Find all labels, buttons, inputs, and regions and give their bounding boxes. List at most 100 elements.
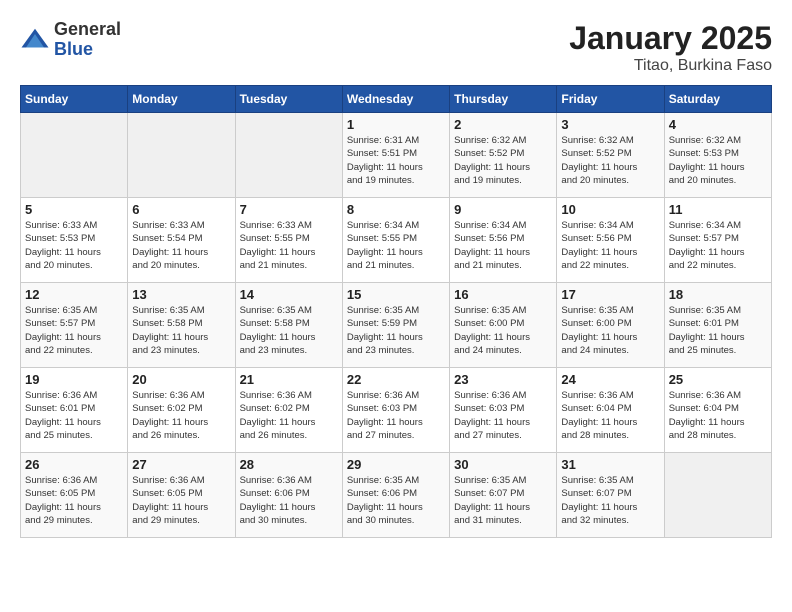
day-info: Sunrise: 6:35 AMSunset: 6:07 PMDaylight:…: [454, 474, 552, 527]
logo-blue-text: Blue: [54, 40, 121, 60]
day-number: 11: [669, 202, 767, 217]
calendar-week-row: 12 Sunrise: 6:35 AMSunset: 5:57 PMDayligh…: [21, 283, 772, 368]
calendar-cell: [128, 113, 235, 198]
day-info: Sunrise: 6:35 AMSunset: 6:00 PMDaylight:…: [454, 304, 552, 357]
calendar-week-row: 19 Sunrise: 6:36 AMSunset: 6:01 PMDayligh…: [21, 368, 772, 453]
calendar-cell: 24Sunrise: 6:36 AMSunset: 6:04 PMDayligh…: [557, 368, 664, 453]
calendar-cell: 23 Sunrise: 6:36 AMSunset: 6:03 PMDayligh…: [450, 368, 557, 453]
day-number: 3: [561, 117, 659, 132]
day-number: 22: [347, 372, 445, 387]
day-number: 17: [561, 287, 659, 302]
day-number: 21: [240, 372, 338, 387]
day-number: 19: [25, 372, 123, 387]
calendar-cell: 11 Sunrise: 6:34 AMSunset: 5:57 PMDayligh…: [664, 198, 771, 283]
day-info: Sunrise: 6:35 AMSunset: 5:58 PMDaylight:…: [240, 304, 338, 357]
weekday-header-saturday: Saturday: [664, 86, 771, 113]
day-info: Sunrise: 6:36 AMSunset: 6:04 PMDaylight:…: [561, 389, 659, 442]
month-title: January 2025: [569, 20, 772, 57]
day-number: 30: [454, 457, 552, 472]
day-info: Sunrise: 6:36 AMSunset: 6:04 PMDaylight:…: [669, 389, 767, 442]
weekday-header-friday: Friday: [557, 86, 664, 113]
logo: General Blue: [20, 20, 121, 60]
day-number: 28: [240, 457, 338, 472]
day-info: Sunrise: 6:32 AMSunset: 5:53 PMDaylight:…: [669, 134, 767, 187]
day-number: 6: [132, 202, 230, 217]
day-info: Sunrise: 6:35 AMSunset: 6:01 PMDaylight:…: [669, 304, 767, 357]
calendar-cell: [235, 113, 342, 198]
day-info: Sunrise: 6:35 AMSunset: 6:07 PMDaylight:…: [561, 474, 659, 527]
day-info: Sunrise: 6:34 AMSunset: 5:57 PMDaylight:…: [669, 219, 767, 272]
day-info: Sunrise: 6:35 AMSunset: 6:06 PMDaylight:…: [347, 474, 445, 527]
calendar-cell: 31 Sunrise: 6:35 AMSunset: 6:07 PMDayligh…: [557, 453, 664, 538]
day-info: Sunrise: 6:35 AMSunset: 5:59 PMDaylight:…: [347, 304, 445, 357]
calendar-cell: 30 Sunrise: 6:35 AMSunset: 6:07 PMDayligh…: [450, 453, 557, 538]
calendar-cell: 6Sunrise: 6:33 AMSunset: 5:54 PMDaylight…: [128, 198, 235, 283]
day-number: 29: [347, 457, 445, 472]
weekday-header-monday: Monday: [128, 86, 235, 113]
day-info: Sunrise: 6:35 AMSunset: 5:57 PMDaylight:…: [25, 304, 123, 357]
calendar-cell: [664, 453, 771, 538]
day-info: Sunrise: 6:36 AMSunset: 6:02 PMDaylight:…: [240, 389, 338, 442]
day-number: 9: [454, 202, 552, 217]
calendar-cell: 12 Sunrise: 6:35 AMSunset: 5:57 PMDayligh…: [21, 283, 128, 368]
day-info: Sunrise: 6:32 AMSunset: 5:52 PMDaylight:…: [454, 134, 552, 187]
day-number: 4: [669, 117, 767, 132]
calendar-cell: [21, 113, 128, 198]
day-number: 2: [454, 117, 552, 132]
calendar-cell: 22 Sunrise: 6:36 AMSunset: 6:03 PMDayligh…: [342, 368, 449, 453]
logo-text: General Blue: [54, 20, 121, 60]
day-info: Sunrise: 6:34 AMSunset: 5:56 PMDaylight:…: [561, 219, 659, 272]
calendar-cell: 15 Sunrise: 6:35 AMSunset: 5:59 PMDayligh…: [342, 283, 449, 368]
calendar-cell: 29 Sunrise: 6:35 AMSunset: 6:06 PMDayligh…: [342, 453, 449, 538]
day-number: 20: [132, 372, 230, 387]
day-info: Sunrise: 6:36 AMSunset: 6:05 PMDaylight:…: [25, 474, 123, 527]
day-info: Sunrise: 6:36 AMSunset: 6:01 PMDaylight:…: [25, 389, 123, 442]
weekday-header-wednesday: Wednesday: [342, 86, 449, 113]
logo-icon: [20, 25, 50, 55]
day-number: 18: [669, 287, 767, 302]
day-info: Sunrise: 6:36 AMSunset: 6:02 PMDaylight:…: [132, 389, 230, 442]
calendar-cell: 10Sunrise: 6:34 AMSunset: 5:56 PMDayligh…: [557, 198, 664, 283]
day-info: Sunrise: 6:33 AMSunset: 5:53 PMDaylight:…: [25, 219, 123, 272]
day-number: 12: [25, 287, 123, 302]
weekday-header-sunday: Sunday: [21, 86, 128, 113]
day-info: Sunrise: 6:31 AMSunset: 5:51 PMDaylight:…: [347, 134, 445, 187]
location-title: Titao, Burkina Faso: [569, 57, 772, 75]
calendar-cell: 1 Sunrise: 6:31 AMSunset: 5:51 PMDaylight…: [342, 113, 449, 198]
day-info: Sunrise: 6:35 AMSunset: 6:00 PMDaylight:…: [561, 304, 659, 357]
day-number: 5: [25, 202, 123, 217]
calendar-cell: 3 Sunrise: 6:32 AMSunset: 5:52 PMDaylight…: [557, 113, 664, 198]
calendar-cell: 14 Sunrise: 6:35 AMSunset: 5:58 PMDayligh…: [235, 283, 342, 368]
calendar-week-row: 1 Sunrise: 6:31 AMSunset: 5:51 PMDaylight…: [21, 113, 772, 198]
weekday-header-row: SundayMondayTuesdayWednesdayThursdayFrid…: [21, 86, 772, 113]
calendar-week-row: 26 Sunrise: 6:36 AMSunset: 6:05 PMDayligh…: [21, 453, 772, 538]
day-number: 7: [240, 202, 338, 217]
page-header: General Blue January 2025 Titao, Burkina…: [20, 20, 772, 75]
calendar-cell: 7 Sunrise: 6:33 AMSunset: 5:55 PMDaylight…: [235, 198, 342, 283]
calendar-cell: 2 Sunrise: 6:32 AMSunset: 5:52 PMDaylight…: [450, 113, 557, 198]
day-info: Sunrise: 6:32 AMSunset: 5:52 PMDaylight:…: [561, 134, 659, 187]
calendar-cell: 20 Sunrise: 6:36 AMSunset: 6:02 PMDayligh…: [128, 368, 235, 453]
calendar-week-row: 5 Sunrise: 6:33 AMSunset: 5:53 PMDaylight…: [21, 198, 772, 283]
day-info: Sunrise: 6:35 AMSunset: 5:58 PMDaylight:…: [132, 304, 230, 357]
day-number: 26: [25, 457, 123, 472]
title-block: January 2025 Titao, Burkina Faso: [569, 20, 772, 75]
day-number: 13: [132, 287, 230, 302]
day-info: Sunrise: 6:33 AMSunset: 5:55 PMDaylight:…: [240, 219, 338, 272]
day-info: Sunrise: 6:34 AMSunset: 5:56 PMDaylight:…: [454, 219, 552, 272]
day-info: Sunrise: 6:36 AMSunset: 6:03 PMDaylight:…: [347, 389, 445, 442]
calendar-cell: 17 Sunrise: 6:35 AMSunset: 6:00 PMDayligh…: [557, 283, 664, 368]
calendar-cell: 16Sunrise: 6:35 AMSunset: 6:00 PMDayligh…: [450, 283, 557, 368]
day-info: Sunrise: 6:36 AMSunset: 6:03 PMDaylight:…: [454, 389, 552, 442]
day-number: 1: [347, 117, 445, 132]
day-number: 15: [347, 287, 445, 302]
day-number: 23: [454, 372, 552, 387]
calendar-cell: 8Sunrise: 6:34 AMSunset: 5:55 PMDaylight…: [342, 198, 449, 283]
calendar-cell: 4 Sunrise: 6:32 AMSunset: 5:53 PMDaylight…: [664, 113, 771, 198]
weekday-header-tuesday: Tuesday: [235, 86, 342, 113]
day-info: Sunrise: 6:36 AMSunset: 6:05 PMDaylight:…: [132, 474, 230, 527]
calendar-cell: 19 Sunrise: 6:36 AMSunset: 6:01 PMDayligh…: [21, 368, 128, 453]
calendar-cell: 5 Sunrise: 6:33 AMSunset: 5:53 PMDaylight…: [21, 198, 128, 283]
day-number: 14: [240, 287, 338, 302]
day-number: 31: [561, 457, 659, 472]
